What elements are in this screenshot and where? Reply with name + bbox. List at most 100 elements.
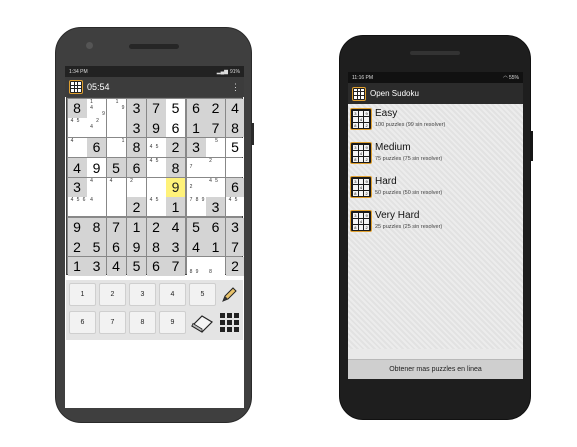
grid-cell[interactable]: 7 — [225, 237, 244, 256]
grid-cell[interactable]: 6 — [206, 217, 225, 237]
grid-cell[interactable]: 3 — [67, 177, 87, 197]
grid-cell[interactable]: 2 — [186, 177, 206, 197]
grid-cell[interactable]: 1 — [127, 217, 146, 237]
grid-cell[interactable]: 6 — [225, 177, 244, 197]
grid-cell[interactable]: 24 — [87, 118, 106, 137]
get-more-puzzles-button[interactable]: Obtener mas puzzles en linea — [348, 359, 523, 379]
grid-cell[interactable]: 4 — [106, 177, 126, 197]
sudoku-grid[interactable]: 8149193756244524396178461845235549564587… — [66, 97, 244, 276]
grid-cell[interactable] — [106, 118, 126, 137]
grid-cell[interactable]: 4 — [87, 177, 106, 197]
grid-cell[interactable]: 45 — [67, 118, 87, 137]
grid-cell[interactable]: 45 — [206, 177, 225, 197]
grid-cell[interactable]: 6 — [127, 158, 146, 177]
grid-cell[interactable]: 2 — [146, 217, 166, 237]
grid-cell[interactable]: 2 — [225, 256, 244, 276]
grid-cell[interactable]: 5 — [127, 256, 146, 276]
grid-cell[interactable]: 9 — [166, 177, 185, 197]
grid-cell[interactable]: 1 — [206, 237, 225, 256]
grid-cell[interactable]: 789 — [186, 197, 206, 216]
grid-cell[interactable]: 89 — [186, 256, 206, 276]
grid-cell[interactable]: 9 — [67, 217, 87, 237]
grid-cell[interactable]: 3 — [206, 197, 225, 216]
grid-cell[interactable]: 3 — [127, 118, 146, 137]
grid-cell[interactable]: 6 — [106, 237, 126, 256]
grid-cell[interactable]: 3 — [186, 137, 206, 157]
folder-item-very-hard[interactable]: 39482 Very Hard 25 puzzles (25 sin resol… — [348, 206, 523, 239]
grid-cell[interactable]: 7 — [186, 158, 206, 177]
grid-cell[interactable]: 7 — [166, 256, 185, 276]
grid-cell[interactable]: 5 — [87, 237, 106, 256]
grid-cell[interactable]: 5 — [225, 137, 244, 157]
grid-cell[interactable]: 4 — [225, 98, 244, 118]
overflow-menu-icon[interactable]: ⋮ — [231, 82, 240, 93]
grid-cell[interactable]: 8 — [225, 118, 244, 137]
grid-cell[interactable]: 3 — [87, 256, 106, 276]
grid-cell[interactable]: 4 — [67, 137, 87, 157]
grid-cell[interactable]: 7 — [206, 118, 225, 137]
grid-cell[interactable]: 5 — [186, 217, 206, 237]
folder-item-easy[interactable]: 39482 Easy 100 puzzles (99 sin resolver) — [348, 104, 523, 137]
grid-cell[interactable]: 2 — [67, 237, 87, 256]
key-2[interactable]: 2 — [99, 283, 126, 306]
grid-cell[interactable]: 456 — [67, 197, 87, 216]
grid-cell[interactable]: 2 — [127, 197, 146, 216]
grid-cell[interactable]: 3 — [166, 237, 185, 256]
key-1[interactable]: 1 — [69, 283, 96, 306]
grid-cell[interactable]: 7 — [146, 98, 166, 118]
grid-cell[interactable]: 9 — [127, 237, 146, 256]
eraser-icon[interactable] — [187, 308, 217, 336]
grid-cell[interactable]: 6 — [186, 98, 206, 118]
grid-cell[interactable]: 4 — [166, 217, 185, 237]
key-4[interactable]: 4 — [159, 283, 186, 306]
grid-cell[interactable]: 9 — [87, 158, 106, 177]
grid-cell[interactable]: 1 — [106, 137, 126, 157]
grid-cell[interactable]: 4 — [87, 197, 106, 216]
grid-cell[interactable]: 2 — [206, 98, 225, 118]
grid-cell[interactable]: 4 — [186, 237, 206, 256]
grid-cell[interactable]: 4 — [67, 158, 87, 177]
grid-cell[interactable]: 149 — [87, 98, 106, 118]
key-9[interactable]: 9 — [159, 311, 186, 334]
key-8[interactable]: 8 — [129, 311, 156, 334]
key-7[interactable]: 7 — [99, 311, 126, 334]
grid-cell[interactable]: 5 — [106, 158, 126, 177]
grid-cell[interactable]: 6 — [146, 256, 166, 276]
grid-cell[interactable] — [106, 197, 126, 216]
grid-cell[interactable]: 6 — [87, 137, 106, 157]
folder-item-hard[interactable]: 39482 Hard 50 puzzles (50 sin resolver) — [348, 172, 523, 205]
grid-cell[interactable]: 8 — [127, 137, 146, 157]
grid-cell[interactable]: 45 — [225, 197, 244, 216]
grid-cell[interactable]: 3 — [225, 217, 244, 237]
pencil-icon[interactable] — [216, 283, 242, 306]
grid-cell[interactable]: 8 — [67, 98, 87, 118]
grid-cell[interactable]: 1 — [67, 256, 87, 276]
grid-cell[interactable] — [146, 177, 166, 197]
grid-icon[interactable] — [218, 310, 242, 336]
grid-cell[interactable]: 6 — [166, 118, 185, 137]
folder-item-medium[interactable]: 39482 Medium 75 puzzles (75 sin resolver… — [348, 138, 523, 171]
grid-cell[interactable]: 45 — [146, 197, 166, 216]
grid-cell[interactable]: 2 — [166, 137, 185, 157]
grid-cell[interactable]: 7 — [106, 217, 126, 237]
grid-cell[interactable]: 2 — [206, 158, 225, 177]
grid-cell[interactable]: 8 — [146, 237, 166, 256]
grid-cell[interactable]: 1 — [166, 197, 185, 216]
grid-cell[interactable]: 3 — [127, 98, 146, 118]
grid-cell[interactable]: 19 — [106, 98, 126, 118]
grid-cell[interactable]: 5 — [206, 137, 225, 157]
grid-cell[interactable]: 5 — [166, 98, 185, 118]
key-5[interactable]: 5 — [189, 283, 216, 306]
grid-cell[interactable] — [225, 158, 244, 177]
grid-cell[interactable]: 8 — [206, 256, 225, 276]
grid-cell[interactable]: 1 — [186, 118, 206, 137]
grid-cell[interactable]: 45 — [146, 158, 166, 177]
grid-cell[interactable]: 9 — [146, 118, 166, 137]
grid-cell[interactable]: 8 — [166, 158, 185, 177]
grid-cell[interactable]: 2 — [127, 177, 146, 197]
grid-cell[interactable]: 45 — [146, 137, 166, 157]
grid-cell[interactable]: 8 — [87, 217, 106, 237]
key-6[interactable]: 6 — [69, 311, 96, 334]
key-3[interactable]: 3 — [129, 283, 156, 306]
grid-cell[interactable]: 4 — [106, 256, 126, 276]
